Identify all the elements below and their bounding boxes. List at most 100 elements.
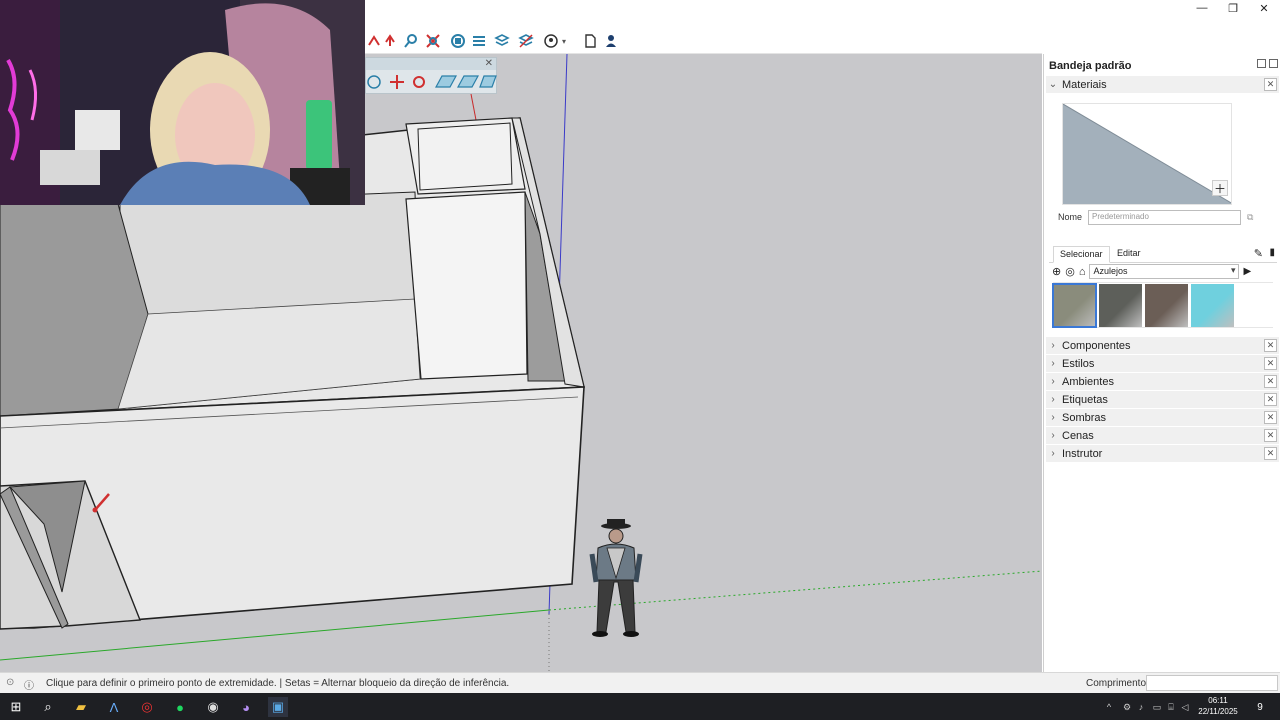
search-icon[interactable]: ⌕ [38, 697, 58, 717]
materials-section-header[interactable]: ⌄ Materiais ✕ [1046, 76, 1279, 93]
clock-date: 22/11/2025 [1198, 707, 1238, 716]
material-name-row: Nome Predeterminado ⧉ [1058, 209, 1276, 225]
close-window-button[interactable]: ✕ [1248, 0, 1280, 16]
chevron-right-icon: › [1051, 376, 1055, 387]
floating-toolbar[interactable]: ✕ [365, 57, 497, 94]
measurements-label: Comprimento [1086, 678, 1147, 689]
section-header-cenas[interactable]: › Cenas ✕ [1046, 427, 1279, 444]
status-hint: Clique para definir o primeiro ponto de … [46, 678, 510, 689]
geo-location-icon[interactable]: ⊙ [6, 677, 14, 688]
in-model-icon[interactable]: ◎ [1065, 265, 1075, 278]
zoom-icon[interactable] [402, 32, 420, 50]
info-icon[interactable]: ⓘ [24, 677, 34, 692]
face-style-icon-2 [456, 75, 480, 88]
minimize-button[interactable]: — [1186, 0, 1218, 16]
close-icon[interactable]: ✕ [1264, 78, 1277, 91]
status-bar: ⊙ ⓘ Clique para definir o primeiro ponto… [0, 672, 1280, 693]
section-label: Sombras [1062, 411, 1107, 424]
toolbar-drag-handle[interactable] [366, 58, 496, 70]
back-icon[interactable]: ⊕ [1052, 265, 1061, 278]
display-icon[interactable]: ▭ [1152, 697, 1162, 717]
tab-select[interactable]: Selecionar [1053, 246, 1110, 263]
app-a-icon[interactable]: Λ [104, 697, 124, 717]
account-icon[interactable] [542, 32, 560, 50]
chevron-right-icon: › [1051, 394, 1055, 405]
section-header-estilos[interactable]: › Estilos ✕ [1046, 355, 1279, 372]
face-style-icon-3 [479, 75, 497, 88]
section-label: Estilos [1062, 357, 1095, 370]
chevron-right-icon: › [1051, 430, 1055, 441]
details-arrow-icon[interactable]: ▶ [1243, 266, 1251, 277]
obs-icon[interactable]: ◉ [203, 697, 223, 717]
section-header-componentes[interactable]: › Componentes ✕ [1046, 337, 1279, 354]
pan-icon[interactable] [381, 32, 399, 50]
section-header-etiquetas[interactable]: › Etiquetas ✕ [1046, 391, 1279, 408]
section-header-sombras[interactable]: › Sombras ✕ [1046, 409, 1279, 426]
section-fill-icon[interactable] [470, 32, 488, 50]
name-label: Nome [1058, 212, 1083, 222]
chevron-up-icon[interactable]: ^ [1104, 697, 1114, 717]
notification-center-icon[interactable]: 9 [1250, 697, 1270, 717]
discord-icon[interactable]: ◕ [236, 697, 256, 717]
new-file-icon[interactable] [581, 32, 599, 50]
default-tray: Bandeja padrão ⌄ Materiais ✕ ＋ Nome Pred… [1043, 54, 1280, 672]
close-icon[interactable]: ✕ [1264, 429, 1277, 442]
webcam-overlay [0, 0, 365, 205]
move-icon [390, 75, 404, 89]
close-icon[interactable]: ✕ [485, 58, 493, 69]
chevron-right-icon: › [1051, 448, 1055, 459]
section-header-ambientes[interactable]: › Ambientes ✕ [1046, 373, 1279, 390]
material-library-select[interactable]: Azulejos [1089, 264, 1240, 279]
volume-icon[interactable]: ◁ [1180, 697, 1190, 717]
pin-icon[interactable] [1257, 59, 1266, 68]
close-icon[interactable] [1269, 59, 1278, 68]
close-icon[interactable]: ✕ [1264, 357, 1277, 370]
close-icon[interactable]: ✕ [1264, 447, 1277, 460]
notification-count: 9 [1257, 701, 1263, 713]
section-header-instrutor[interactable]: › Instrutor ✕ [1046, 445, 1279, 462]
chevron-down-icon[interactable]: ▾ [559, 32, 569, 50]
tab-edit[interactable]: Editar [1111, 246, 1147, 263]
close-icon[interactable]: ✕ [1264, 411, 1277, 424]
eyedropper-icon[interactable]: ✎ [1254, 247, 1263, 260]
windows-start-icon[interactable]: ⊞ [6, 697, 26, 717]
clock-time: 06:11 [1208, 696, 1228, 705]
sketchup-icon[interactable]: ▣ [268, 697, 288, 717]
position-camera-icon [367, 75, 381, 89]
home-icon[interactable]: ⌂ [1079, 266, 1086, 278]
tray-app-icon[interactable]: ⚙ [1122, 697, 1132, 717]
tile-swatch-3[interactable] [1145, 284, 1188, 327]
restore-button[interactable]: ❐ [1217, 0, 1249, 16]
tile-swatch-1[interactable] [1052, 283, 1097, 328]
chevron-right-icon: › [1051, 358, 1055, 369]
partition-wall [405, 191, 528, 380]
close-icon[interactable]: ✕ [1264, 339, 1277, 352]
microphone-icon[interactable]: ♪ [1136, 697, 1146, 717]
section-display-icon[interactable] [517, 32, 535, 50]
measurements-input[interactable] [1146, 675, 1278, 691]
user-profile-icon[interactable] [602, 32, 620, 50]
tray-title: Bandeja padrão [1049, 60, 1132, 72]
copy-icon[interactable]: ⧉ [1247, 212, 1253, 223]
section-label: Instrutor [1062, 447, 1103, 460]
file-explorer-icon[interactable]: ▰ [71, 697, 91, 717]
spotify-icon[interactable]: ● [170, 697, 190, 717]
chevron-right-icon: › [1051, 340, 1055, 351]
tile-swatch-4[interactable] [1191, 284, 1234, 327]
system-clock[interactable]: 06:11 22/11/2025 [1194, 695, 1242, 717]
materials-tabs: Selecionar Editar ✎ ▮ [1049, 245, 1277, 263]
section-plane-icon[interactable] [449, 32, 467, 50]
create-material-icon[interactable]: ＋ [1212, 180, 1228, 196]
taskbar [0, 693, 1280, 720]
library-row: ⊕ ◎ ⌂ Azulejos ▶ [1052, 263, 1276, 280]
section-cut-icon[interactable] [493, 32, 511, 50]
network-icon[interactable]: ⌸ [1166, 697, 1176, 717]
close-icon[interactable]: ✕ [1264, 393, 1277, 406]
tile-swatch-2[interactable] [1099, 284, 1142, 327]
paint-bucket-icon[interactable]: ▮ [1269, 247, 1275, 258]
close-icon[interactable]: ✕ [1264, 375, 1277, 388]
material-name-input[interactable]: Predeterminado [1088, 209, 1242, 225]
zoom-extents-icon[interactable] [424, 32, 442, 50]
materials-section-label: Materiais [1062, 78, 1107, 91]
opera-icon[interactable]: ◎ [137, 697, 157, 717]
